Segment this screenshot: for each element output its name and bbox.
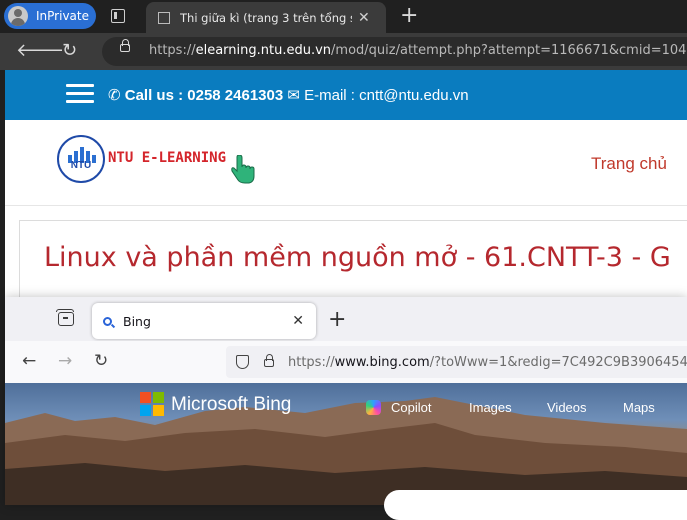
contact-info: ✆ Call us : 0258 2461303 ✉ E-mail : cntt…	[108, 86, 469, 104]
new-tab-button[interactable]: +	[400, 3, 418, 29]
bing-search-box[interactable]	[384, 490, 687, 520]
browser-tab-quiz[interactable]: Thi giữa kì (trang 3 trên tổng số ✕	[146, 2, 386, 33]
nav-copilot[interactable]: Copilot	[391, 400, 431, 415]
nav-maps[interactable]: Maps	[623, 400, 655, 415]
close-tab-icon[interactable]: ✕	[358, 10, 370, 26]
microsoft-logo-icon[interactable]	[140, 392, 164, 416]
back-arrow-icon[interactable]: ←	[22, 351, 36, 371]
reload-icon[interactable]: ↻	[94, 351, 108, 371]
new-tab-button[interactable]: +	[328, 308, 346, 332]
contact-phone: Call us : 0258 2461303	[124, 87, 284, 104]
header-divider	[5, 205, 687, 206]
copilot-icon[interactable]	[366, 400, 381, 415]
avatar	[8, 6, 28, 26]
forward-arrow-icon[interactable]: →	[58, 351, 72, 371]
nav-images[interactable]: Images	[469, 400, 512, 415]
browser-tab-bing[interactable]: Bing ✕	[92, 303, 316, 339]
reload-icon[interactable]: ↻	[62, 40, 77, 61]
tab-overview-icon[interactable]	[56, 309, 74, 326]
tab-title: Thi giữa kì (trang 3 trên tổng số	[180, 10, 352, 25]
search-icon	[103, 316, 112, 326]
pointer-hand-icon	[231, 155, 255, 184]
site-logo-text[interactable]: NTU E-LEARNING	[108, 150, 226, 166]
hamburger-menu-icon[interactable]	[66, 84, 94, 104]
inprivate-profile-button[interactable]: InPrivate	[4, 3, 96, 29]
tab-title: Bing	[123, 313, 151, 329]
shield-icon[interactable]	[236, 355, 249, 369]
bing-brand[interactable]: Microsoft Bing	[171, 394, 291, 416]
ntu-logo[interactable]: NTU	[57, 135, 105, 183]
contact-email: E-mail : cntt@ntu.edu.vn	[304, 87, 469, 104]
inprivate-label: InPrivate	[36, 9, 89, 23]
address-url[interactable]: https://elearning.ntu.edu.vn/mod/quiz/at…	[149, 43, 687, 58]
mail-icon: ✉	[287, 87, 300, 104]
tab-actions-icon[interactable]	[111, 9, 125, 23]
lock-icon[interactable]	[120, 39, 130, 52]
page-favicon-icon	[158, 11, 170, 24]
nav-home-link[interactable]: Trang chủ	[591, 154, 667, 174]
close-tab-icon[interactable]: ✕	[292, 313, 304, 329]
nav-videos[interactable]: Videos	[547, 400, 587, 415]
phone-icon: ✆	[108, 87, 121, 104]
logo-badge-text: NTU	[70, 160, 92, 171]
lock-icon[interactable]	[264, 354, 274, 367]
course-title: Linux và phần mềm nguồn mở - 61.CNTT-3 -…	[44, 242, 671, 273]
back-arrow-icon[interactable]: 🡐	[16, 40, 64, 61]
address-url[interactable]: https://www.bing.com/?toWww=1&redig=7C49…	[288, 355, 687, 370]
